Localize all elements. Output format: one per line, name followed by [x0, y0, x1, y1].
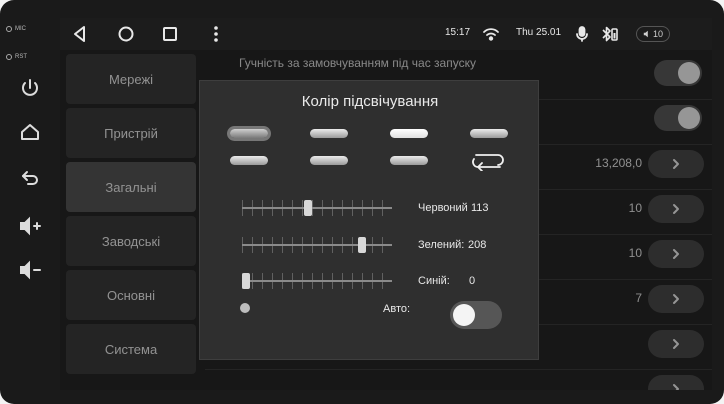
date: Thu 25.01: [516, 27, 562, 38]
speaker-icon: [643, 30, 648, 38]
volume-down-icon[interactable]: [18, 258, 42, 282]
color-swatch-5[interactable]: [230, 156, 268, 165]
red-value: 113: [471, 202, 489, 214]
wifi-icon: [481, 24, 501, 44]
device-bezel: MIC RST 15:17 Thu 25.01 10 Мережі Пристр…: [0, 0, 724, 404]
volume-up-icon[interactable]: [18, 214, 42, 238]
green-value: 208: [468, 239, 487, 251]
dialog-title: Колір підсвічування: [301, 93, 439, 110]
backlight-color-dialog: Колір підсвічування Червоний 113 Зелений…: [199, 80, 539, 360]
hardware-panel: MIC RST: [0, 18, 60, 388]
power-icon[interactable]: [18, 76, 42, 100]
color-swatch-7[interactable]: [390, 156, 428, 165]
color-swatch-4[interactable]: [470, 129, 508, 138]
blue-slider-thumb[interactable]: [242, 273, 250, 289]
auto-toggle-knob: [453, 304, 475, 326]
red-label: Червоний: [418, 202, 468, 214]
volume-value: 10: [652, 29, 663, 39]
color-swatch-6[interactable]: [310, 156, 348, 165]
blue-label: Синій:: [418, 275, 450, 287]
cycle-colors-icon[interactable]: [468, 151, 508, 172]
color-swatch-3[interactable]: [390, 129, 428, 138]
clock: 15:17: [445, 27, 471, 38]
mic-dot: [6, 26, 12, 32]
status-bar: 15:17 Thu 25.01 10: [60, 18, 712, 50]
green-label: Зелений:: [418, 239, 465, 251]
rst-dot: [6, 54, 12, 60]
home-circle-icon[interactable]: [116, 24, 136, 44]
green-slider-thumb[interactable]: [358, 237, 366, 253]
rst-indicator[interactable]: RST: [6, 54, 27, 60]
auto-label: Авто:: [383, 303, 411, 315]
home-icon[interactable]: [18, 120, 42, 144]
screen: 15:17 Thu 25.01 10 Мережі Пристрій Загальн…: [60, 18, 712, 390]
color-swatch-2[interactable]: [310, 129, 348, 138]
volume-indicator[interactable]: 10: [636, 26, 670, 42]
blue-value: 0: [469, 275, 476, 287]
mic-icon: [572, 24, 592, 44]
more-vert-icon[interactable]: [206, 24, 226, 44]
bluetooth-battery-icon: [600, 24, 620, 44]
status-dot: [240, 303, 250, 313]
green-slider[interactable]: [242, 235, 392, 255]
recents-square-icon[interactable]: [160, 24, 180, 44]
back-icon[interactable]: [18, 166, 42, 190]
red-slider[interactable]: [242, 198, 392, 218]
blue-slider[interactable]: [242, 271, 392, 291]
mic-label: MIC: [15, 26, 26, 32]
color-swatch-1[interactable]: [230, 129, 268, 138]
auto-toggle[interactable]: [450, 301, 502, 329]
mic-indicator: MIC: [6, 26, 26, 32]
red-slider-thumb[interactable]: [304, 200, 312, 216]
rst-label: RST: [15, 54, 27, 60]
back-triangle-icon[interactable]: [70, 24, 90, 44]
